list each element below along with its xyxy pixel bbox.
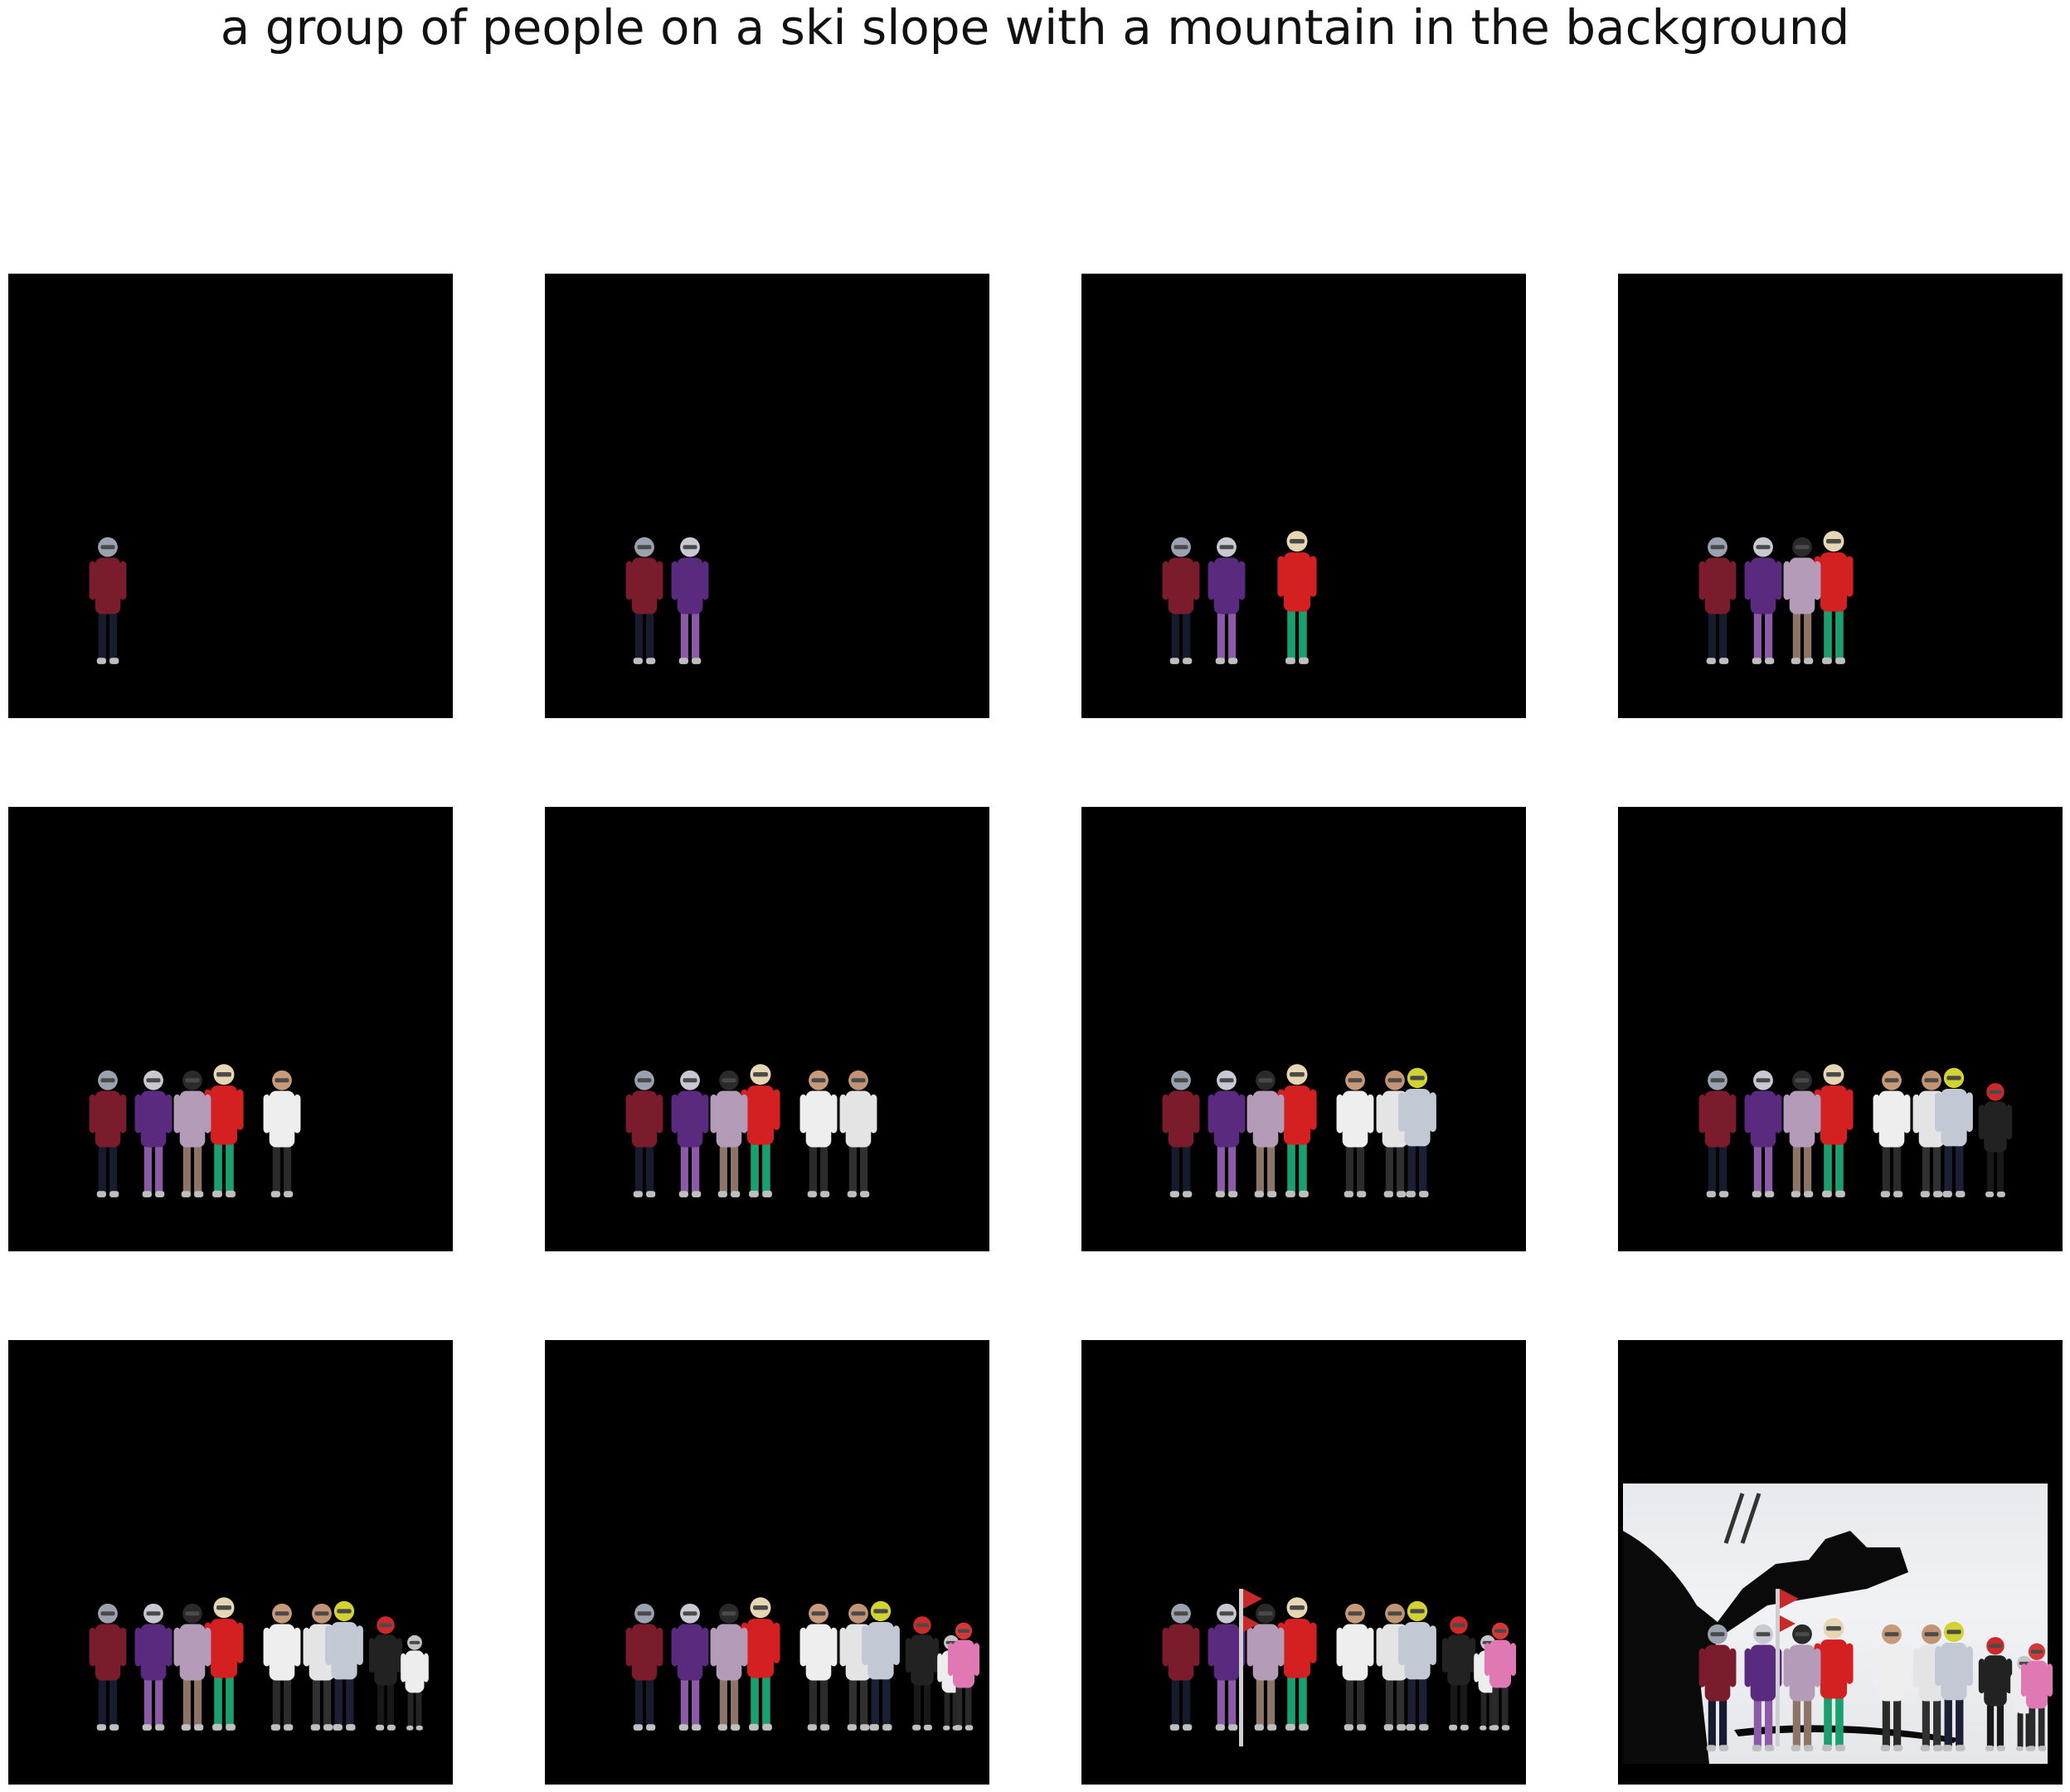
mask-panel-9 (8, 1340, 453, 1785)
skier-white-jacket-a (799, 1603, 838, 1731)
skier-purple-suit (134, 1070, 172, 1197)
skier-purple-suit (1208, 537, 1246, 664)
mask-panel-10 (545, 1340, 989, 1785)
panel-figures-2 (625, 537, 709, 664)
skier-child-red-black (905, 1616, 940, 1731)
skier-lavender-jacket (710, 1070, 748, 1197)
panel-figures-3 (1162, 531, 1317, 664)
skier-maroon-jacket (625, 537, 663, 664)
skier-maroon-jacket (1698, 537, 1737, 664)
skier-lavender-jacket (173, 1070, 211, 1197)
skier-maroon-jacket (1162, 1070, 1200, 1197)
skier-white-jacket-a (799, 1070, 838, 1197)
skier-child-red-black (1978, 1637, 2013, 1751)
panel-figures-1 (89, 537, 127, 664)
skier-purple-suit (1744, 1070, 1782, 1197)
skier-purple-suit (134, 1603, 172, 1731)
panel-figures-11 (1162, 1589, 1517, 1746)
skier-maroon-jacket (89, 537, 127, 664)
skier-red-jacket (1277, 531, 1317, 664)
mask-panel-12 (1618, 1340, 2063, 1785)
mask-panel-5 (8, 807, 453, 1251)
skier-maroon-jacket (89, 1070, 127, 1197)
panel-figures-12 (1623, 1493, 2053, 1764)
skier-child-red-black (1441, 1616, 1476, 1731)
panel-figures-4 (1698, 531, 1854, 664)
ski-pole (1740, 1493, 1761, 1544)
skier-purple-suit (671, 537, 709, 664)
skier-white-jacket-a (1336, 1070, 1374, 1197)
ski-pole (1723, 1493, 1745, 1544)
panel-figures-6 (625, 1064, 877, 1197)
panel-figures-5 (89, 1064, 301, 1197)
mask-panel-11 (1081, 1340, 1526, 1785)
skier-child-red-black (368, 1616, 403, 1731)
skier-lavender-jacket (710, 1603, 748, 1731)
skier-purple-suit (1744, 537, 1782, 664)
panel-figures-7 (1162, 1064, 1436, 1197)
skier-child-white (401, 1634, 429, 1731)
mask-panel-3 (1081, 274, 1526, 718)
panel-figures-10 (625, 1597, 980, 1731)
mask-panel-1 (8, 274, 453, 718)
panel-figures-8 (1698, 1064, 2013, 1197)
figure-caption: a group of people on a ski slope with a … (220, 0, 1850, 56)
skier-white-jacket-a (263, 1070, 301, 1197)
skier-maroon-jacket (89, 1603, 127, 1731)
skier-maroon-jacket (625, 1070, 663, 1197)
skier-child-red-black (1978, 1083, 2013, 1197)
mask-panel-6 (545, 807, 989, 1251)
skier-maroon-jacket (625, 1603, 663, 1731)
skier-purple-suit (671, 1070, 709, 1197)
skier-maroon-jacket (1162, 537, 1200, 664)
skier-lavender-jacket (1783, 1070, 1821, 1197)
skier-lavender-jacket (1783, 537, 1821, 664)
skier-white-jacket-a (1336, 1603, 1374, 1731)
skier-lavender-jacket (173, 1603, 211, 1731)
mask-panel-7 (1081, 807, 1526, 1251)
skier-maroon-jacket (1698, 1070, 1737, 1197)
skier-white-jacket-a (263, 1603, 301, 1731)
skier-white-jacket-b (839, 1070, 877, 1197)
skier-purple-suit (1208, 1070, 1246, 1197)
skier-lavender-jacket (1246, 1070, 1285, 1197)
skier-white-jacket-a (1873, 1070, 1911, 1197)
panel-figures-9 (89, 1597, 429, 1731)
mask-panel-4 (1618, 274, 2063, 718)
skier-maroon-jacket (1162, 1603, 1200, 1731)
mask-panel-2 (545, 274, 989, 718)
mask-panel-8 (1618, 807, 2063, 1251)
skier-purple-suit (671, 1603, 709, 1731)
